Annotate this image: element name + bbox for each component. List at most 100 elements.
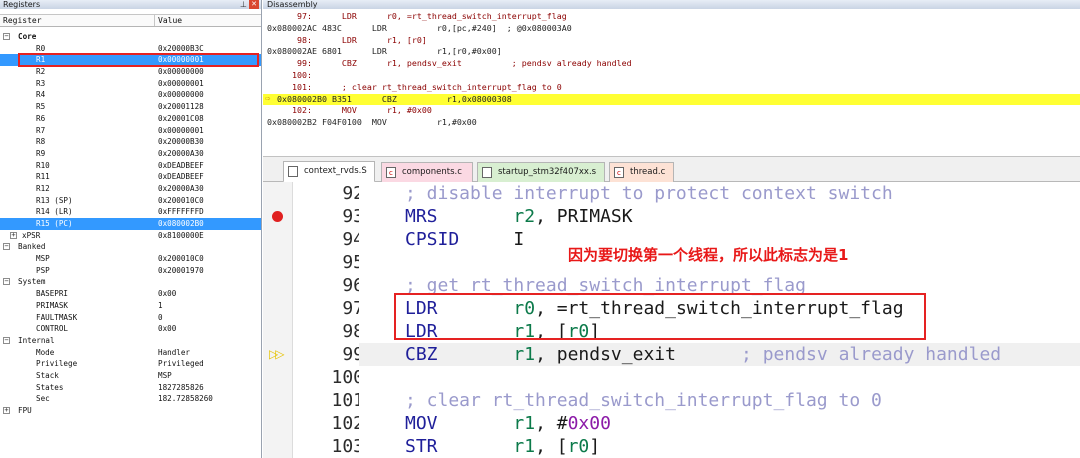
register-row[interactable]: − System <box>0 276 261 288</box>
register-value[interactable]: 0x00 <box>158 288 176 300</box>
register-row[interactable]: R5 0x20001128 <box>0 101 261 113</box>
register-row[interactable]: CONTROL 0x00 <box>0 323 261 335</box>
column-header-register[interactable]: Register <box>0 15 155 26</box>
register-value[interactable]: 0x200010C0 <box>158 253 204 265</box>
register-value[interactable]: Privileged <box>158 358 204 370</box>
code-line[interactable]: STR r1, [r0] <box>359 435 1080 458</box>
register-row[interactable]: States 1827285826 <box>0 382 261 394</box>
register-row[interactable]: Privilege Privileged <box>0 358 261 370</box>
register-row[interactable]: R13 (SP) 0x200010C0 <box>0 195 261 207</box>
register-value[interactable]: 0x00000001 <box>158 125 204 137</box>
register-value[interactable]: MSP <box>158 370 172 382</box>
register-row[interactable]: Mode Handler <box>0 347 261 359</box>
pin-icon[interactable]: ⊥ <box>240 0 247 9</box>
register-row[interactable]: R7 0x00000001 <box>0 125 261 137</box>
register-row[interactable]: R8 0x20000B30 <box>0 136 261 148</box>
tab-components[interactable]: components.c <box>381 162 473 182</box>
register-value[interactable]: 0x20000A30 <box>158 148 204 160</box>
register-row[interactable]: R6 0x20001C08 <box>0 113 261 125</box>
register-value[interactable]: 1827285826 <box>158 382 204 394</box>
register-row[interactable]: − Internal <box>0 335 261 347</box>
register-value[interactable]: 0x8100000E <box>158 230 204 242</box>
register-value[interactable]: 0x20000B30 <box>158 136 204 148</box>
register-row[interactable]: BASEPRI 0x00 <box>0 288 261 300</box>
register-row[interactable]: R4 0x00000000 <box>0 89 261 101</box>
register-value[interactable]: 0x20001128 <box>158 101 204 113</box>
register-row[interactable]: PRIMASK 1 <box>0 300 261 312</box>
disassembly-line[interactable]: 0x080002B2 F04F0100 MOV r1,#0x00 <box>263 117 1080 129</box>
register-row[interactable]: R10 0xDEADBEEF <box>0 160 261 172</box>
code-token: 0x00 <box>567 413 611 434</box>
tab-thread[interactable]: thread.c <box>609 162 674 182</box>
code-line[interactable]: CBZ r1, pendsv_exit ; pendsv already handl… <box>359 343 1080 366</box>
register-value[interactable]: 0x20001970 <box>158 265 204 277</box>
collapse-icon[interactable]: − <box>3 243 10 251</box>
register-name: R7 <box>36 125 46 135</box>
code-line[interactable] <box>359 366 1080 389</box>
expand-icon[interactable]: + <box>3 407 10 414</box>
code-line[interactable]: ; disable interrupt to protect context s… <box>359 182 1080 205</box>
code-token: r1 <box>513 344 536 365</box>
register-value[interactable]: 0xDEADBEEF <box>158 160 204 172</box>
line-number: 95 <box>342 252 364 273</box>
register-value[interactable]: 0x080002B0 <box>158 218 204 230</box>
close-icon[interactable]: ✕ <box>249 0 259 9</box>
breakpoint-icon[interactable] <box>272 211 283 222</box>
code-token: ] <box>589 436 601 457</box>
register-row[interactable]: R14 (LR) 0xFFFFFFFD <box>0 206 261 218</box>
register-row[interactable]: R3 0x00000001 <box>0 78 261 90</box>
register-row[interactable]: R11 0xDEADBEEF <box>0 171 261 183</box>
disassembly-line[interactable]: 97: LDR r0, =rt_thread_switch_interrupt_… <box>263 11 1080 23</box>
register-row[interactable]: R2 0x00000000 <box>0 66 261 78</box>
code-line[interactable]: ; clear rt_thread_switch_interrupt_flag … <box>359 389 1080 412</box>
register-name: FPU <box>18 406 32 415</box>
register-row[interactable]: − Banked <box>0 241 261 253</box>
collapse-icon[interactable]: − <box>3 33 10 40</box>
register-value[interactable]: 0 <box>158 312 163 324</box>
editor-gutter[interactable]: ▷▷ <box>263 182 293 458</box>
disassembly-line[interactable]: 0x080002AE 6801 LDR r1,[r0,#0x00] <box>263 46 1080 58</box>
register-row[interactable]: FAULTMASK 0 <box>0 312 261 324</box>
register-value[interactable]: 0xDEADBEEF <box>158 171 204 183</box>
collapse-icon[interactable]: − <box>3 336 10 344</box>
register-row[interactable]: − Core <box>0 31 261 43</box>
register-row[interactable]: R15 (PC) 0x080002B0 <box>0 218 261 230</box>
tab-startup[interactable]: startup_stm32f407xx.s <box>477 162 605 182</box>
register-value[interactable]: 1 <box>158 300 163 312</box>
disassembly-line[interactable]: 101: ; clear rt_thread_switch_interrupt_… <box>263 82 1080 94</box>
register-row[interactable]: MSP 0x200010C0 <box>0 253 261 265</box>
register-value[interactable]: 0x00000001 <box>158 78 204 90</box>
disassembly-line[interactable]: 98: LDR r1, [r0] <box>263 35 1080 47</box>
disassembly-line[interactable]: ⇨ 0x080002B0 B351 CBZ r1,0x08000308 <box>263 93 1080 106</box>
collapse-icon[interactable]: − <box>3 278 10 286</box>
register-row[interactable]: R9 0x20000A30 <box>0 148 261 160</box>
disassembly-text: 101: ; clear rt_thread_switch_interrupt_… <box>267 81 562 92</box>
disassembly-text: 0x080002AE 6801 LDR r1,[r0,#0x00] <box>267 46 502 57</box>
register-value[interactable]: 0xFFFFFFFD <box>158 206 204 218</box>
disassembly-line[interactable]: 99: CBZ r1, pendsv_exit ; pendsv already… <box>263 58 1080 70</box>
register-value[interactable]: 0x20001C08 <box>158 113 204 125</box>
register-value[interactable]: 0x00000000 <box>158 89 204 101</box>
code-line[interactable]: MRS r2, PRIMASK <box>359 205 1080 228</box>
register-value[interactable]: Handler <box>158 347 190 359</box>
code-line[interactable]: MOV r1, #0x00 <box>359 412 1080 435</box>
disassembly-line[interactable]: 102: MOV r1, #0x00 <box>263 105 1080 117</box>
expand-icon[interactable]: + <box>10 231 17 239</box>
register-row[interactable]: + xPSR 0x8100000E <box>0 230 261 242</box>
register-row[interactable]: R12 0x20000A30 <box>0 183 261 195</box>
disassembly-line[interactable]: 100: <box>263 70 1080 82</box>
register-row[interactable]: PSP 0x20001970 <box>0 265 261 277</box>
register-row[interactable]: + FPU <box>0 405 261 417</box>
register-row[interactable]: Sec 182.72858260 <box>0 393 261 405</box>
register-value[interactable]: 0x00 <box>158 323 176 335</box>
register-row[interactable]: Stack MSP <box>0 370 261 382</box>
register-value[interactable]: 182.72858260 <box>158 393 213 405</box>
code-token: ; pendsv already handled <box>741 344 1002 365</box>
column-header-value[interactable]: Value <box>155 15 182 26</box>
tab-context-rvds[interactable]: context_rvds.S <box>283 161 375 183</box>
register-value[interactable]: 0x200010C0 <box>158 195 204 207</box>
register-value[interactable]: 0x00000000 <box>158 66 204 78</box>
register-value[interactable]: 0x20000A30 <box>158 183 204 195</box>
disassembly-line[interactable]: 0x080002AC 483C LDR r0,[pc,#240] ; @0x08… <box>263 23 1080 35</box>
disassembly-text: 97: LDR r0, =rt_thread_switch_interrupt_… <box>267 11 567 21</box>
